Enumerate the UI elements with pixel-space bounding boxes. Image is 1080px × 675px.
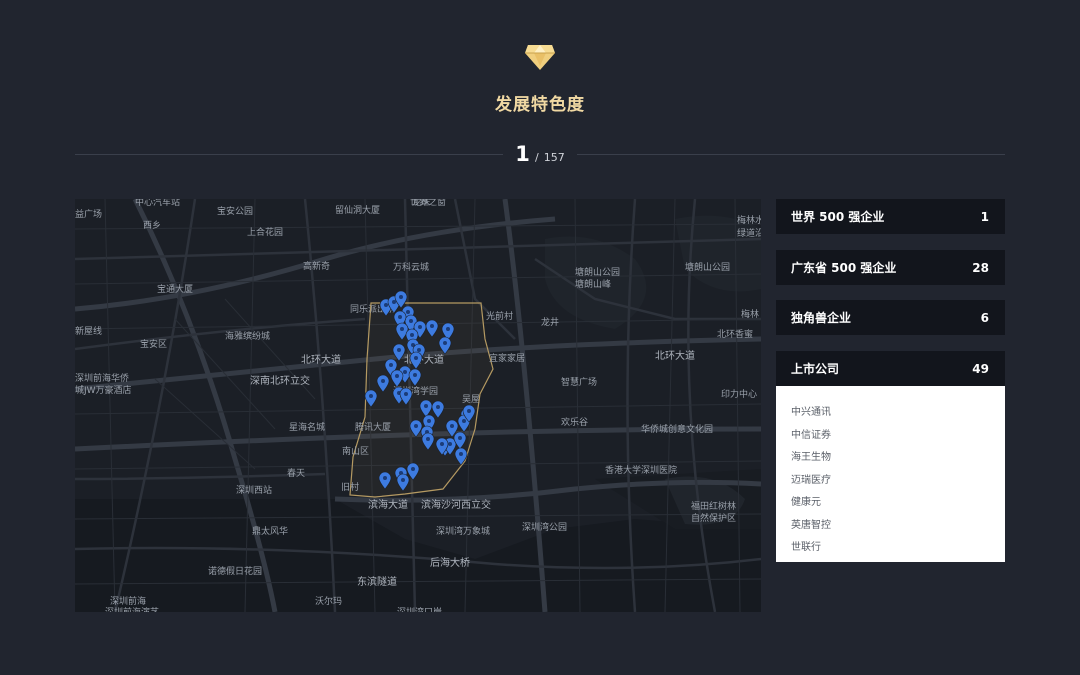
category-label: 广东省 500 强企业 xyxy=(791,261,897,275)
page-title: 发展特色度 xyxy=(495,95,585,115)
diamond-icon xyxy=(525,45,555,70)
listed-company-list: 中兴通讯 中信证券 海王生物 迈瑞医疗 健康元 英唐智控 世联行 xyxy=(776,386,1005,562)
list-item[interactable]: 迈瑞医疗 xyxy=(791,470,990,493)
marker-layer xyxy=(364,290,476,492)
map-pin-icon[interactable] xyxy=(406,462,420,481)
category-label: 世界 500 强企业 xyxy=(791,210,885,224)
list-item[interactable]: 英唐智控 xyxy=(791,515,990,538)
category-unicorn[interactable]: 独角兽企业 6 xyxy=(776,300,1005,335)
map-pin-icon[interactable] xyxy=(409,419,423,438)
map-pin-icon[interactable] xyxy=(395,322,409,341)
list-item[interactable]: 中兴通讯 xyxy=(791,402,990,425)
category-count: 1 xyxy=(980,209,989,224)
category-listed[interactable]: 上市公司 49 xyxy=(776,351,1005,386)
map-pin-icon[interactable] xyxy=(390,369,404,388)
map-pin-icon[interactable] xyxy=(453,431,467,450)
category-guangdong-500[interactable]: 广东省 500 强企业 28 xyxy=(776,250,1005,285)
pagination: 1 / 157 xyxy=(75,140,1005,168)
map-view[interactable]: 中心汽车站 益广场 宝安公园 留仙洞大厦 西乡 上合花园 高新奇 万科云城 塘朗山公园 塘朗山峰塘… xyxy=(75,199,761,612)
map-pin-icon[interactable] xyxy=(419,399,433,418)
category-count: 49 xyxy=(972,361,989,376)
category-label: 独角兽企业 xyxy=(791,311,852,325)
total-pages: 157 xyxy=(543,151,565,164)
category-count: 6 xyxy=(980,310,989,325)
current-page: 1 xyxy=(515,142,530,166)
map-pin-icon[interactable] xyxy=(396,473,410,492)
category-count: 28 xyxy=(972,260,989,275)
map-pin-icon[interactable] xyxy=(454,447,468,466)
category-fortune-500[interactable]: 世界 500 强企业 1 xyxy=(776,199,1005,234)
list-item[interactable]: 海王生物 xyxy=(791,447,990,470)
page-separator: / xyxy=(534,151,539,164)
map-pin-icon[interactable] xyxy=(376,374,390,393)
map-pin-icon[interactable] xyxy=(378,471,392,490)
list-item[interactable]: 世联行 xyxy=(791,537,990,560)
map-pin-icon[interactable] xyxy=(431,400,445,419)
list-item[interactable]: 健康元 xyxy=(791,492,990,515)
map-pin-icon[interactable] xyxy=(409,351,423,370)
map-pin-icon[interactable] xyxy=(364,389,378,408)
map-pin-icon[interactable] xyxy=(392,343,406,362)
map-pin-icon[interactable] xyxy=(438,336,452,355)
category-label: 上市公司 xyxy=(791,362,840,376)
map-pin-icon[interactable] xyxy=(399,387,413,406)
list-item[interactable]: 中信证券 xyxy=(791,425,990,448)
map-pin-icon[interactable] xyxy=(425,319,439,338)
map-pin-icon[interactable] xyxy=(408,368,422,387)
map-pin-icon[interactable] xyxy=(421,432,435,451)
